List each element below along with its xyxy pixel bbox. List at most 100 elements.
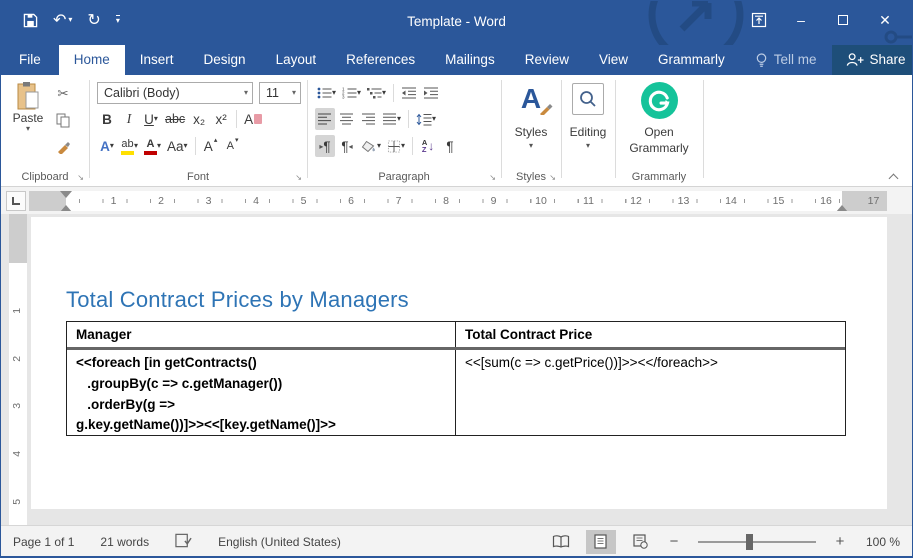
paragraph-dialog-launcher[interactable]: ↘ bbox=[489, 173, 496, 182]
hanging-indent-marker[interactable] bbox=[60, 199, 72, 211]
word-count-status[interactable]: 21 words bbox=[100, 535, 149, 549]
group-grammarly: Open Grammarly Grammarly bbox=[615, 75, 703, 186]
table-body-row: <<foreach [in getContracts() .groupBy(c … bbox=[67, 350, 845, 435]
align-left-button[interactable] bbox=[315, 108, 335, 130]
open-grammarly-button[interactable]: Open Grammarly bbox=[615, 82, 703, 155]
horizontal-ruler: 1234567891011121314151617 bbox=[29, 191, 887, 211]
table-cell-total-price-template[interactable]: <<[sum(c => c.getPrice())]>><</foreach>> bbox=[456, 350, 845, 435]
template-code-line[interactable]: g.key.getName())]>><<[key.getName()]>> bbox=[76, 415, 455, 436]
print-layout-icon bbox=[594, 534, 607, 549]
clear-formatting-button[interactable]: A bbox=[242, 108, 264, 130]
paste-button[interactable]: Paste ▾ bbox=[7, 81, 49, 133]
right-indent-marker[interactable] bbox=[836, 199, 848, 211]
borders-button[interactable]: ▾ bbox=[385, 135, 407, 157]
tell-me-box[interactable]: Tell me bbox=[740, 45, 832, 75]
bullets-button[interactable]: ▾ bbox=[315, 82, 338, 104]
ruler-number: 9 bbox=[470, 191, 518, 211]
ruler-number: 13 bbox=[660, 191, 708, 211]
ruler-bar: 1234567891011121314151617 bbox=[1, 187, 912, 214]
template-code-line[interactable]: <<[sum(c => c.getPrice())]>><</foreach>> bbox=[465, 353, 845, 374]
clipboard-dialog-launcher[interactable]: ↘ bbox=[77, 173, 84, 182]
grow-font-button[interactable]: A ▴ bbox=[201, 135, 221, 157]
template-code-line[interactable]: .orderBy(g => bbox=[76, 395, 455, 416]
tab-layout[interactable]: Layout bbox=[261, 45, 332, 75]
maximize-button[interactable] bbox=[822, 7, 864, 33]
italic-button[interactable]: I bbox=[119, 108, 139, 130]
zoom-out-button[interactable]: − bbox=[666, 533, 682, 550]
close-button[interactable]: ✕ bbox=[864, 7, 906, 33]
font-dialog-launcher[interactable]: ↘ bbox=[295, 173, 302, 182]
document-table[interactable]: Manager Total Contract Price <<foreach [… bbox=[66, 321, 846, 436]
zoom-level[interactable]: 100 % bbox=[866, 535, 900, 549]
cut-button[interactable]: ✂ bbox=[53, 83, 73, 105]
tab-home[interactable]: Home bbox=[59, 45, 125, 75]
proofing-status-button[interactable] bbox=[175, 533, 192, 551]
highlight-button[interactable]: ab ▾ bbox=[119, 135, 140, 157]
table-header-total-price[interactable]: Total Contract Price bbox=[456, 322, 845, 347]
multilevel-list-button[interactable]: ▾ bbox=[365, 82, 388, 104]
editing-button[interactable]: Editing ▾ bbox=[561, 83, 615, 150]
ltr-text-direction-button[interactable]: ▸ ¶ bbox=[315, 135, 335, 157]
language-status[interactable]: English (United States) bbox=[218, 535, 341, 549]
strikethrough-button[interactable]: abc bbox=[163, 108, 187, 130]
document-heading[interactable]: Total Contract Prices by Managers bbox=[66, 287, 409, 313]
line-spacing-button[interactable]: ▾ bbox=[414, 108, 438, 130]
web-layout-button[interactable] bbox=[626, 530, 656, 554]
increase-indent-button[interactable] bbox=[421, 82, 441, 104]
tab-insert[interactable]: Insert bbox=[125, 45, 189, 75]
rtl-text-direction-button[interactable]: ¶ ◂ bbox=[337, 135, 357, 157]
page-count-status[interactable]: Page 1 of 1 bbox=[13, 535, 74, 549]
font-name-combo[interactable]: Calibri (Body) ▾ bbox=[97, 82, 253, 104]
zoom-slider-thumb[interactable] bbox=[746, 534, 753, 550]
shading-button[interactable]: ▾ bbox=[359, 135, 383, 157]
tab-mailings[interactable]: Mailings bbox=[430, 45, 510, 75]
minimize-button[interactable]: – bbox=[780, 7, 822, 33]
paste-dropdown-icon[interactable]: ▾ bbox=[26, 125, 30, 133]
document-page[interactable]: Total Contract Prices by Managers Manage… bbox=[31, 217, 887, 509]
align-right-icon bbox=[362, 113, 376, 125]
print-layout-button[interactable] bbox=[586, 530, 616, 554]
share-button[interactable]: Share bbox=[832, 45, 913, 75]
tab-references[interactable]: References bbox=[331, 45, 430, 75]
zoom-in-button[interactable]: + bbox=[832, 533, 848, 550]
table-cell-manager-template[interactable]: <<foreach [in getContracts() .groupBy(c … bbox=[67, 350, 456, 435]
paint-bucket-icon bbox=[361, 140, 377, 153]
tab-file[interactable]: File bbox=[1, 45, 59, 75]
decrease-indent-button[interactable] bbox=[399, 82, 419, 104]
align-right-button[interactable] bbox=[359, 108, 379, 130]
font-color-button[interactable]: A ▾ bbox=[142, 135, 163, 157]
underline-button[interactable]: U ▾ bbox=[141, 108, 161, 130]
copy-button[interactable] bbox=[53, 109, 73, 131]
tab-grammarly[interactable]: Grammarly bbox=[643, 45, 740, 75]
align-center-button[interactable] bbox=[337, 108, 357, 130]
numbering-button[interactable]: 123 ▾ bbox=[340, 82, 363, 104]
font-size-combo[interactable]: 11 ▾ bbox=[259, 82, 301, 104]
superscript-button[interactable]: x² bbox=[211, 108, 231, 130]
open-grammarly-label-line1: Open bbox=[644, 125, 673, 139]
show-hide-marks-button[interactable]: ¶ bbox=[440, 135, 460, 157]
sort-button[interactable]: A Z ↓ bbox=[418, 135, 438, 157]
read-mode-button[interactable] bbox=[546, 530, 576, 554]
justify-button[interactable]: ▾ bbox=[381, 108, 403, 130]
tab-design[interactable]: Design bbox=[189, 45, 261, 75]
styles-dialog-launcher[interactable]: ↘ bbox=[549, 173, 556, 182]
shrink-font-button[interactable]: A ▾ bbox=[223, 135, 243, 157]
bold-button[interactable]: B bbox=[97, 108, 117, 130]
underline-dropdown-icon[interactable]: ▾ bbox=[154, 115, 158, 123]
table-header-manager[interactable]: Manager bbox=[67, 322, 456, 347]
zoom-slider[interactable] bbox=[698, 541, 816, 543]
tab-stop-selector[interactable] bbox=[6, 191, 26, 211]
ruler-number: 8 bbox=[422, 191, 470, 211]
ribbon-display-options-button[interactable] bbox=[738, 7, 780, 33]
template-code-line[interactable]: <<foreach [in getContracts() bbox=[76, 353, 455, 374]
styles-button[interactable]: A Styles ▾ bbox=[501, 83, 561, 150]
format-painter-button[interactable] bbox=[53, 135, 73, 157]
subscript-button[interactable]: x₂ bbox=[189, 108, 209, 130]
tab-view[interactable]: View bbox=[584, 45, 643, 75]
text-effects-button[interactable]: A ▾ bbox=[97, 135, 117, 157]
template-code-line[interactable]: .groupBy(c => c.getManager()) bbox=[76, 374, 455, 395]
arrow-up-icon: ▴ bbox=[214, 136, 218, 144]
collapse-ribbon-button[interactable] bbox=[890, 172, 900, 182]
change-case-button[interactable]: Aa ▾ bbox=[165, 135, 190, 157]
tab-review[interactable]: Review bbox=[510, 45, 584, 75]
